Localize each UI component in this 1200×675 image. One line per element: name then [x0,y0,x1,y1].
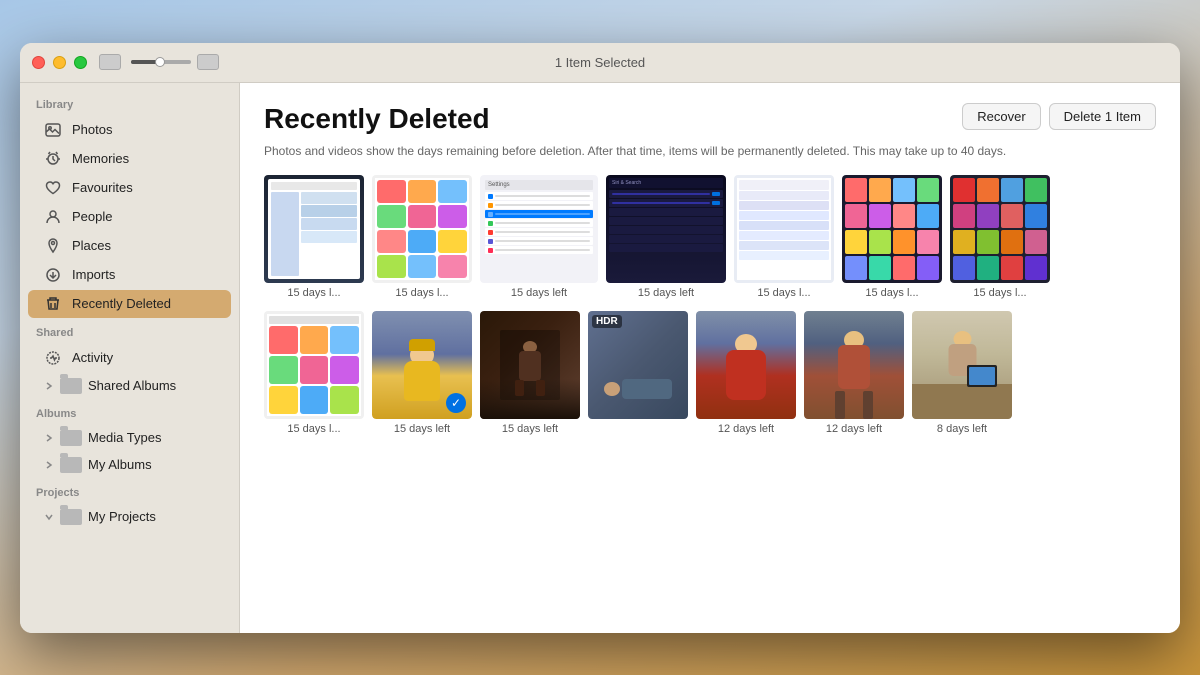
sidebar: Library Photos [20,83,240,633]
photo-caption-3: 15 days left [511,287,567,299]
zoom-slider[interactable] [131,60,191,64]
photo-item-5[interactable]: 15 days l... [734,175,834,299]
projects-section-label: Projects [20,479,239,503]
traffic-lights [32,56,87,69]
photo-row-2: 15 days l... [264,311,1156,435]
view-toggle[interactable] [197,54,219,70]
photo-caption-6: 15 days l... [865,287,918,299]
sidebar-item-places-label: Places [72,238,111,253]
photo-caption-14: 8 days left [937,423,987,435]
photo-item-2[interactable]: 15 days l... [372,175,472,299]
sidebar-item-memories[interactable]: Memories [28,145,231,173]
sidebar-item-activity[interactable]: Activity [28,344,231,372]
photo-item-3[interactable]: Settings [480,175,598,299]
sidebar-item-media-types[interactable]: Media Types [28,425,231,451]
sidebar-item-people[interactable]: People [28,203,231,231]
main-content: Library Photos [20,83,1180,633]
photo-item-11[interactable]: HDR [588,311,688,435]
minimize-button[interactable] [53,56,66,69]
hdr-badge: HDR [592,315,622,328]
chevron-right-icon [44,381,54,391]
folder-icon-4 [60,509,82,525]
library-section-label: Library [20,91,239,115]
photo-caption-1: 15 days l... [287,287,340,299]
photo-item-6[interactable]: 15 days l... [842,175,942,299]
photo-caption-2: 15 days l... [395,287,448,299]
titlebar: 1 Item Selected [20,43,1180,83]
photo-item-4[interactable]: Siri & Search [606,175,726,299]
sidebar-item-my-albums-label: My Albums [88,457,152,472]
photo-caption-13: 12 days left [826,423,882,435]
photo-item-8[interactable]: 15 days l... [264,311,364,435]
recover-button[interactable]: Recover [962,103,1040,130]
photo-item-13[interactable]: 12 days left [804,311,904,435]
titlebar-controls [99,54,219,70]
memories-icon [44,150,62,168]
photos-window: 1 Item Selected Library Photos [20,43,1180,633]
folder-icon [60,378,82,394]
photo-icon [44,121,62,139]
sidebar-item-recently-deleted-label: Recently Deleted [72,296,171,311]
photo-caption-10: 15 days left [502,423,558,435]
photo-item-7[interactable]: 15 days l... [950,175,1050,299]
photo-row-1: 15 days l... [264,175,1156,299]
person-icon [44,208,62,226]
header-buttons: Recover Delete 1 Item [962,103,1156,130]
photo-caption-8: 15 days l... [287,423,340,435]
activity-icon [44,349,62,367]
sidebar-item-photos[interactable]: Photos [28,116,231,144]
sidebar-item-memories-label: Memories [72,151,129,166]
photo-area: Recently Deleted Recover Delete 1 Item P… [240,83,1180,633]
photo-item-14[interactable]: 8 days left [912,311,1012,435]
chevron-down-icon [44,512,54,522]
photo-item-1[interactable]: 15 days l... [264,175,364,299]
sidebar-item-my-albums[interactable]: My Albums [28,452,231,478]
sidebar-item-media-types-label: Media Types [88,430,161,445]
sidebar-item-favourites[interactable]: Favourites [28,174,231,202]
sidebar-item-photos-label: Photos [72,122,112,137]
window-title: 1 Item Selected [555,55,645,70]
shared-section-label: Shared [20,319,239,343]
photo-caption-12: 12 days left [718,423,774,435]
photo-item-10[interactable]: 15 days left [480,311,580,435]
sidebar-item-favourites-label: Favourites [72,180,133,195]
sidebar-item-imports[interactable]: Imports [28,261,231,289]
chevron-right-icon-2 [44,433,54,443]
sidebar-item-shared-albums-label: Shared Albums [88,378,176,393]
sidebar-item-shared-albums[interactable]: Shared Albums [28,373,231,399]
photo-caption-4: 15 days left [638,287,694,299]
page-title: Recently Deleted [264,103,490,135]
folder-icon-3 [60,457,82,473]
folder-icon-2 [60,430,82,446]
close-button[interactable] [32,56,45,69]
sidebar-item-people-label: People [72,209,112,224]
maximize-button[interactable] [74,56,87,69]
sidebar-item-places[interactable]: Places [28,232,231,260]
imports-icon [44,266,62,284]
sidebar-item-my-projects[interactable]: My Projects [28,504,231,530]
trash-icon [44,295,62,313]
heart-icon [44,179,62,197]
sidebar-item-my-projects-label: My Projects [88,509,156,524]
albums-section-label: Albums [20,400,239,424]
sidebar-toggle[interactable] [99,54,121,70]
photo-item-9[interactable]: ✓ 15 days left [372,311,472,435]
photo-caption-7: 15 days l... [973,287,1026,299]
sidebar-item-recently-deleted[interactable]: Recently Deleted [28,290,231,318]
photo-area-header: Recently Deleted Recover Delete 1 Item [264,103,1156,135]
chevron-right-icon-3 [44,460,54,470]
subtitle-text: Photos and videos show the days remainin… [264,143,1156,160]
delete-button[interactable]: Delete 1 Item [1049,103,1156,130]
photo-caption-9: 15 days left [394,423,450,435]
sidebar-item-activity-label: Activity [72,350,113,365]
photo-item-12[interactable]: 12 days left [696,311,796,435]
places-icon [44,237,62,255]
sidebar-item-imports-label: Imports [72,267,115,282]
photo-caption-5: 15 days l... [757,287,810,299]
